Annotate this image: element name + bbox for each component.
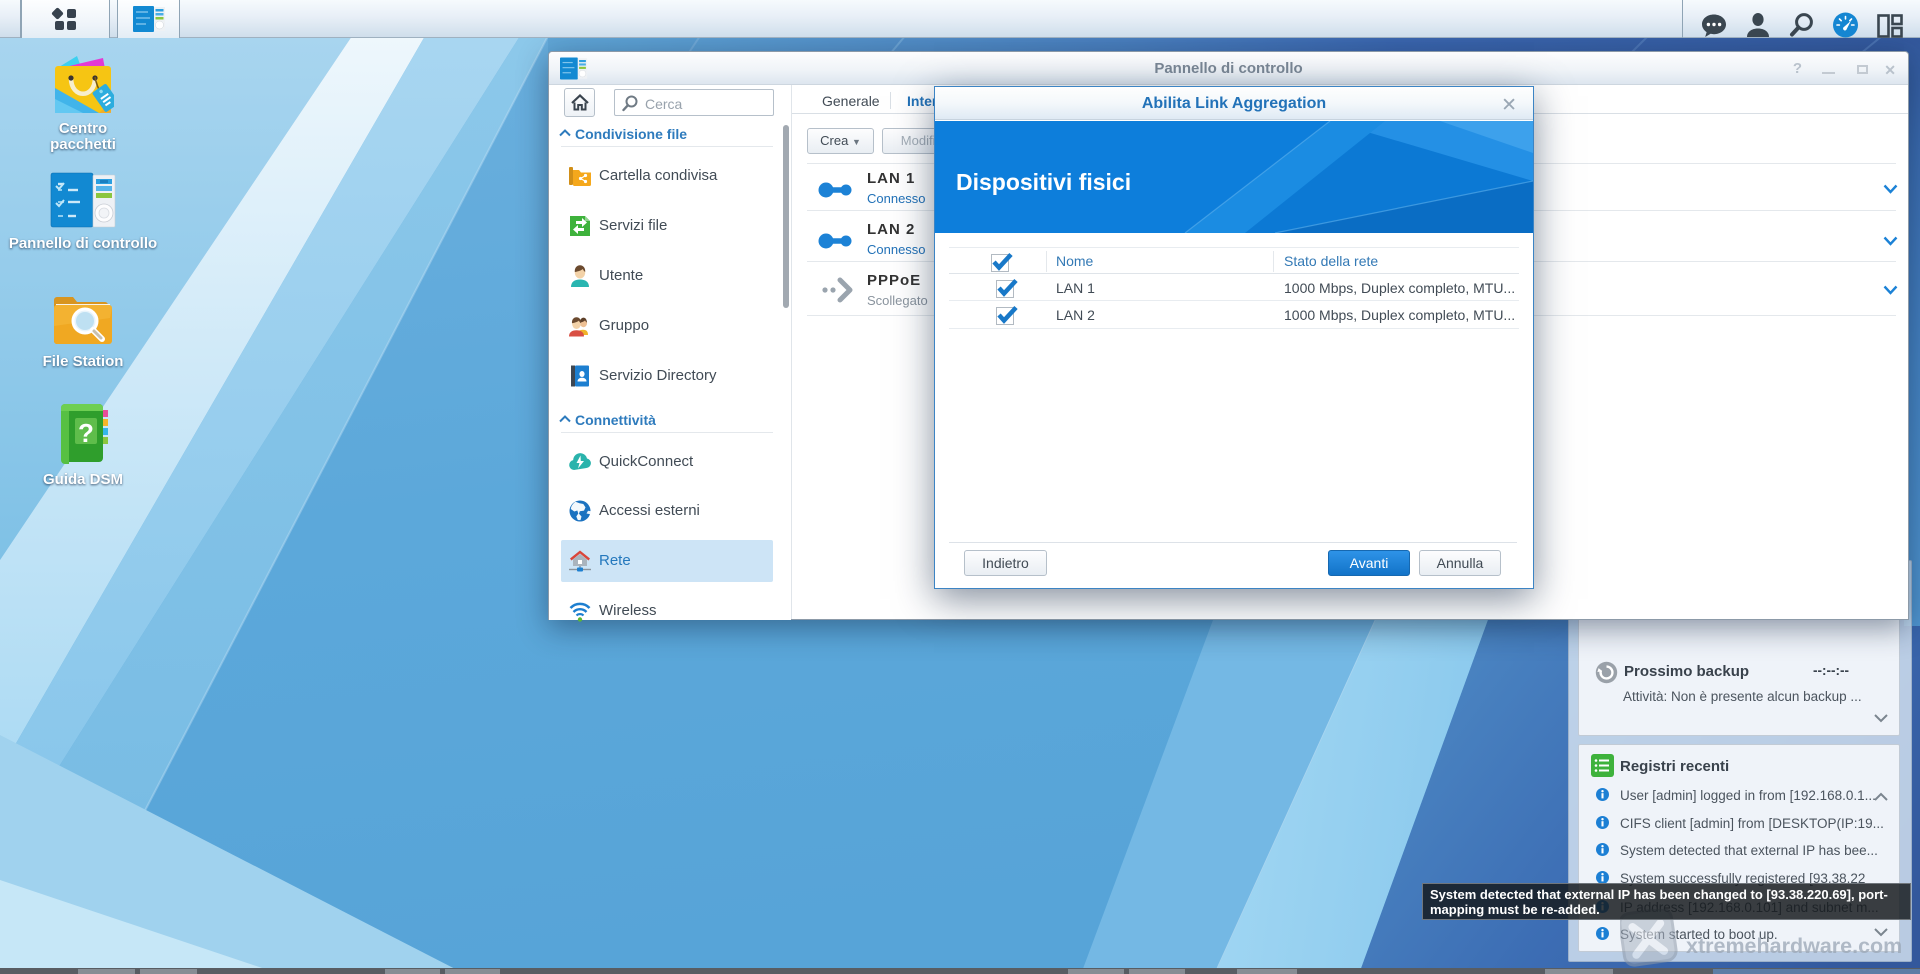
svg-text:xtremehardware.com: xtremehardware.com — [1686, 934, 1902, 958]
svg-text:?: ? — [78, 418, 94, 448]
